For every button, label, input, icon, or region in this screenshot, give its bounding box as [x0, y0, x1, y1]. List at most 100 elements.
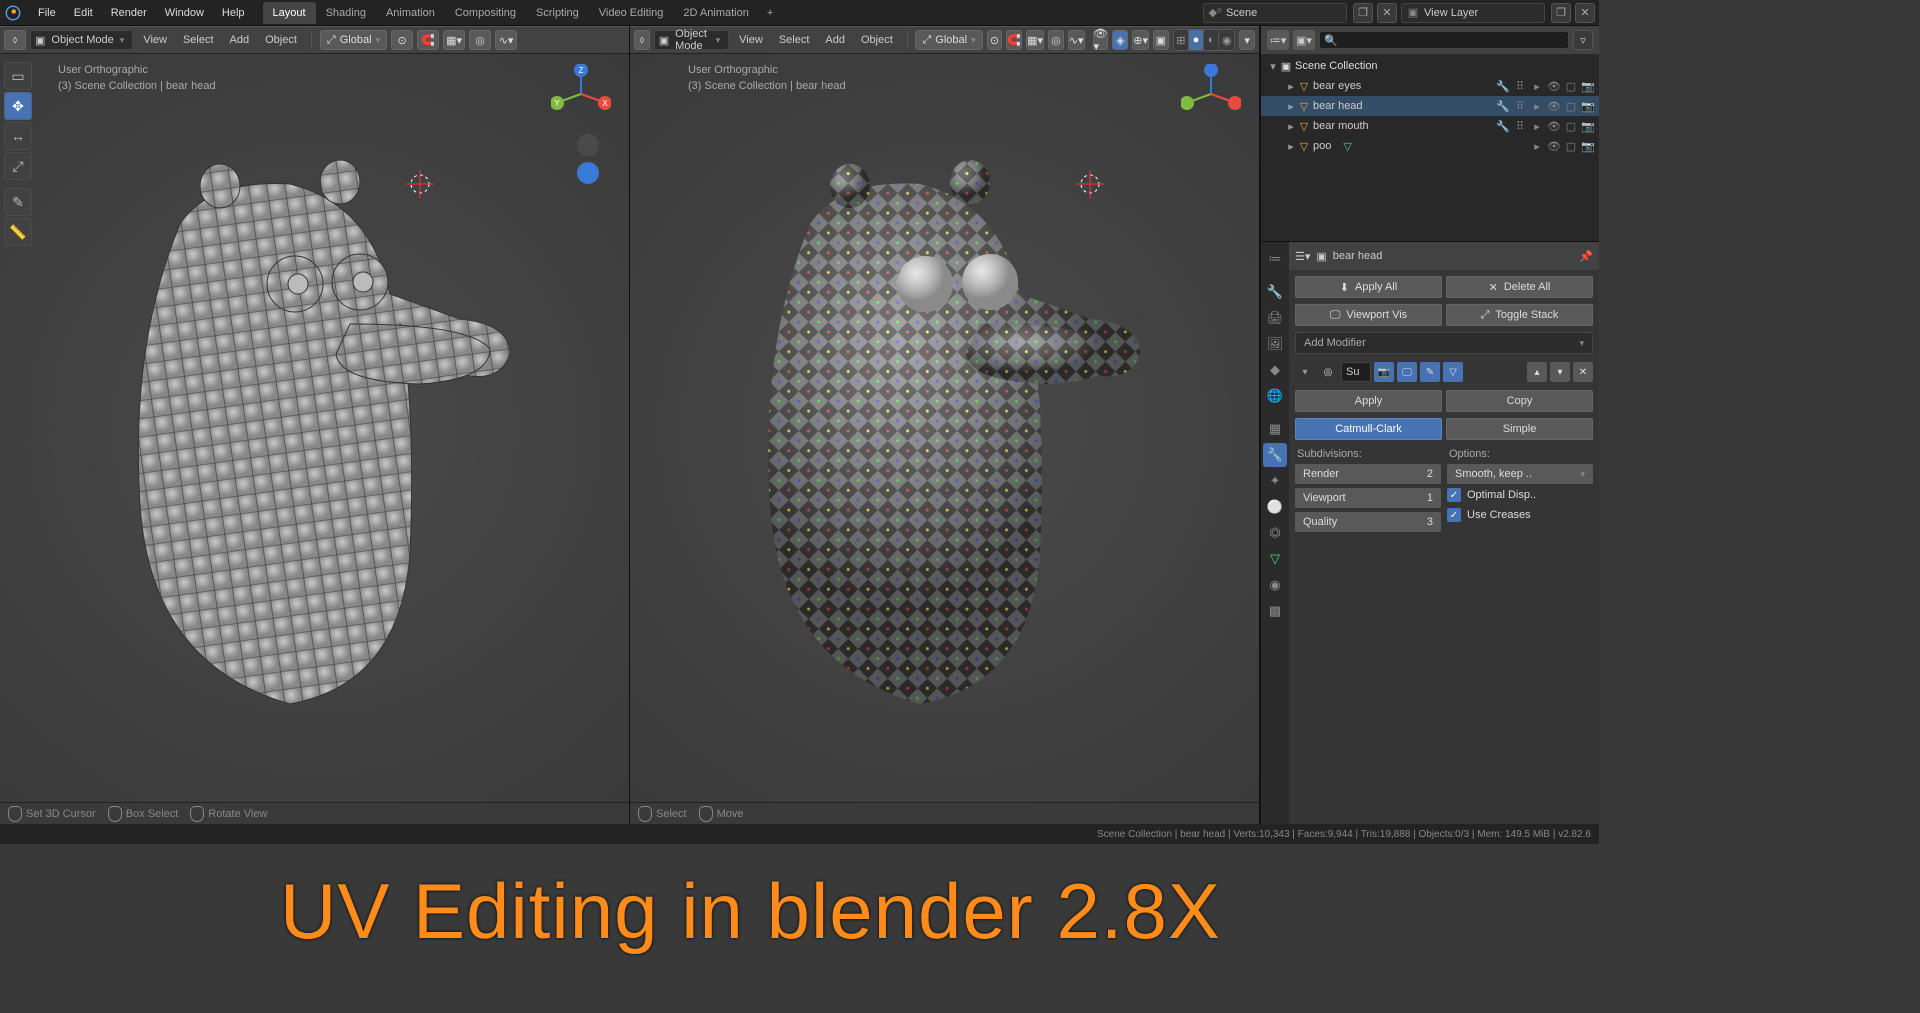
delete-modifier-button[interactable]: ✕ — [1573, 362, 1593, 382]
orientation-selector[interactable]: ⤢ Global ▾ — [320, 30, 387, 50]
viewport-subdiv-field[interactable]: Viewport1 — [1295, 488, 1441, 508]
prop-tab-physics[interactable]: ⚪ — [1263, 495, 1287, 519]
snap-target[interactable]: ▦▾ — [443, 30, 465, 50]
view-layer-input[interactable] — [1424, 7, 1544, 19]
snap-target-r[interactable]: ▦▾ — [1026, 30, 1044, 50]
view-layer-selector[interactable]: ▣ — [1401, 3, 1545, 23]
quality-field[interactable]: Quality3 — [1295, 512, 1441, 532]
add-menu-r[interactable]: Add — [819, 34, 851, 46]
tool-transform[interactable]: ⤢ — [4, 152, 32, 180]
shading-options[interactable]: ▾ — [1239, 30, 1255, 50]
view-menu[interactable]: View — [137, 34, 173, 46]
tool-select[interactable]: ▭ — [4, 62, 32, 90]
tool-measure[interactable]: 📏 — [4, 218, 32, 246]
orientation-selector-r[interactable]: ⤢Global▾ — [915, 30, 982, 50]
outliner-filter[interactable]: ▿ — [1573, 30, 1593, 50]
nav-gizmo-r[interactable] — [1181, 64, 1241, 124]
pin-icon[interactable]: 📌 — [1579, 250, 1593, 263]
menu-render[interactable]: Render — [103, 2, 155, 24]
outliner-display-mode[interactable]: ≔▾ — [1267, 30, 1289, 50]
viewport-right[interactable]: User Orthographic (3) Scene Collection |… — [630, 54, 1259, 802]
workspace-tab-scripting[interactable]: Scripting — [526, 2, 589, 24]
scene-selector[interactable]: ◆⁰ — [1203, 3, 1347, 23]
outliner-item-bear-mouth[interactable]: ▸▽ bear mouth 🔧⠿▸👁▢📷 — [1261, 116, 1599, 136]
prop-tab-object[interactable]: 🌐 — [1263, 384, 1287, 408]
uv-smooth-dropdown[interactable]: Smooth, keep ..▾ — [1447, 464, 1593, 484]
shading-rendered-icon[interactable]: ◉ — [1219, 30, 1234, 50]
outliner-search[interactable]: 🔍 — [1319, 31, 1569, 49]
tool-cursor[interactable]: ✥ — [4, 92, 32, 120]
blender-logo-icon[interactable] — [0, 0, 26, 26]
workspace-tab-compositing[interactable]: Compositing — [445, 2, 526, 24]
mod-render-toggle[interactable]: 📷 — [1374, 362, 1394, 382]
outliner-item-bear-head[interactable]: ▸▽ bear head 🔧⠿▸👁▢📷 — [1261, 96, 1599, 116]
apply-button[interactable]: Apply — [1295, 390, 1442, 412]
workspace-tab-shading[interactable]: Shading — [316, 2, 376, 24]
editor-type-icon-r[interactable]: ⬨ — [634, 30, 650, 50]
snap-button[interactable]: 🧲 — [417, 30, 439, 50]
delete-layer-button[interactable]: ✕ — [1575, 3, 1595, 23]
nav-gizmo[interactable]: X Y Z — [551, 64, 611, 124]
delete-scene-button[interactable]: ✕ — [1377, 3, 1397, 23]
use-creases-check[interactable]: ✓Use Creases — [1447, 508, 1593, 522]
mod-realtime-toggle[interactable]: 🖵 — [1397, 362, 1417, 382]
menu-edit[interactable]: Edit — [66, 2, 101, 24]
add-modifier-dropdown[interactable]: Add Modifier▾ — [1295, 332, 1593, 354]
object-menu[interactable]: Object — [259, 34, 303, 46]
workspace-tab-layout[interactable]: Layout — [263, 2, 316, 24]
mod-edit-toggle[interactable]: ✎ — [1420, 362, 1440, 382]
add-menu[interactable]: Add — [224, 34, 256, 46]
new-scene-button[interactable]: ❐ — [1353, 3, 1373, 23]
workspace-tab-2d-animation[interactable]: 2D Animation — [673, 2, 758, 24]
xray-toggle[interactable]: ▣ — [1153, 30, 1169, 50]
move-down-icon[interactable]: ▾ — [1550, 362, 1570, 382]
tool-annotate[interactable]: ✎ — [4, 188, 32, 216]
apply-all-button[interactable]: ⬇Apply All — [1295, 276, 1442, 298]
viewport-vis-button[interactable]: 🖵Viewport Vis — [1295, 304, 1442, 326]
view-menu-r[interactable]: View — [733, 34, 769, 46]
viewport-left[interactable]: ▭ ✥ ↔ ⤢ ✎ 📏 User Orthographic (3) Scene … — [0, 54, 629, 802]
zoom-gizmo[interactable] — [577, 134, 599, 156]
prop-tab-mesh[interactable]: ⏣ — [1263, 521, 1287, 545]
prop-tab-world[interactable]: ◆ — [1263, 358, 1287, 382]
mod-cage-toggle[interactable]: ▽ — [1443, 362, 1463, 382]
move-up-icon[interactable]: ▴ — [1527, 362, 1547, 382]
simple-button[interactable]: Simple — [1446, 418, 1593, 440]
prop-tab-material[interactable]: ◉ — [1263, 573, 1287, 597]
shading-wireframe-icon[interactable]: ⊞ — [1174, 30, 1189, 50]
copy-button[interactable]: Copy — [1446, 390, 1593, 412]
object-menu-r[interactable]: Object — [855, 34, 899, 46]
optimal-display-check[interactable]: ✓Optimal Disp.. — [1447, 488, 1593, 502]
select-menu-r[interactable]: Select — [773, 34, 816, 46]
modifier-name-input[interactable]: Su — [1341, 362, 1371, 382]
new-layer-button[interactable]: ❐ — [1551, 3, 1571, 23]
proportional-button[interactable]: ◎ — [469, 30, 491, 50]
workspace-tab-video-editing[interactable]: Video Editing — [589, 2, 674, 24]
proportional-button-r[interactable]: ◎ — [1048, 30, 1064, 50]
prop-tab-scene[interactable]: 🖼 — [1263, 332, 1287, 356]
mode-selector[interactable]: ▣ Object Mode ▾ — [30, 30, 133, 50]
falloff-button-r[interactable]: ∿▾ — [1068, 30, 1085, 50]
prop-tab-modifiers[interactable]: 🔧 — [1263, 443, 1287, 467]
shading-mode[interactable]: ⊞ ● ◐ ◉ — [1173, 29, 1236, 51]
workspace-tab-animation[interactable]: Animation — [376, 2, 445, 24]
prop-tab-output[interactable]: 🔧 — [1263, 280, 1287, 304]
select-menu[interactable]: Select — [177, 34, 220, 46]
prop-tab-render[interactable]: ≔ — [1263, 247, 1287, 271]
menu-file[interactable]: File — [30, 2, 64, 24]
prop-tab-texture[interactable]: ▩ — [1263, 599, 1287, 623]
add-workspace-button[interactable]: + — [759, 3, 781, 23]
view-object-types[interactable]: 👁▾ — [1093, 30, 1109, 50]
menu-window[interactable]: Window — [157, 2, 212, 24]
prop-tab-constraints[interactable]: ▦ — [1263, 417, 1287, 441]
shading-solid-icon[interactable]: ● — [1189, 30, 1204, 50]
tool-move[interactable]: ↔ — [4, 122, 32, 150]
outliner-view[interactable]: ▣▾ — [1293, 30, 1315, 50]
expand-icon[interactable]: ▾ — [1295, 362, 1315, 382]
prop-tab-particles[interactable]: ✦ — [1263, 469, 1287, 493]
snap-button-r[interactable]: 🧲 — [1006, 30, 1022, 50]
render-subdiv-field[interactable]: Render2 — [1295, 464, 1441, 484]
menu-help[interactable]: Help — [214, 2, 253, 24]
shading-lookdev-icon[interactable]: ◐ — [1204, 30, 1219, 50]
editor-type-icon[interactable]: ⬨ — [4, 30, 26, 50]
